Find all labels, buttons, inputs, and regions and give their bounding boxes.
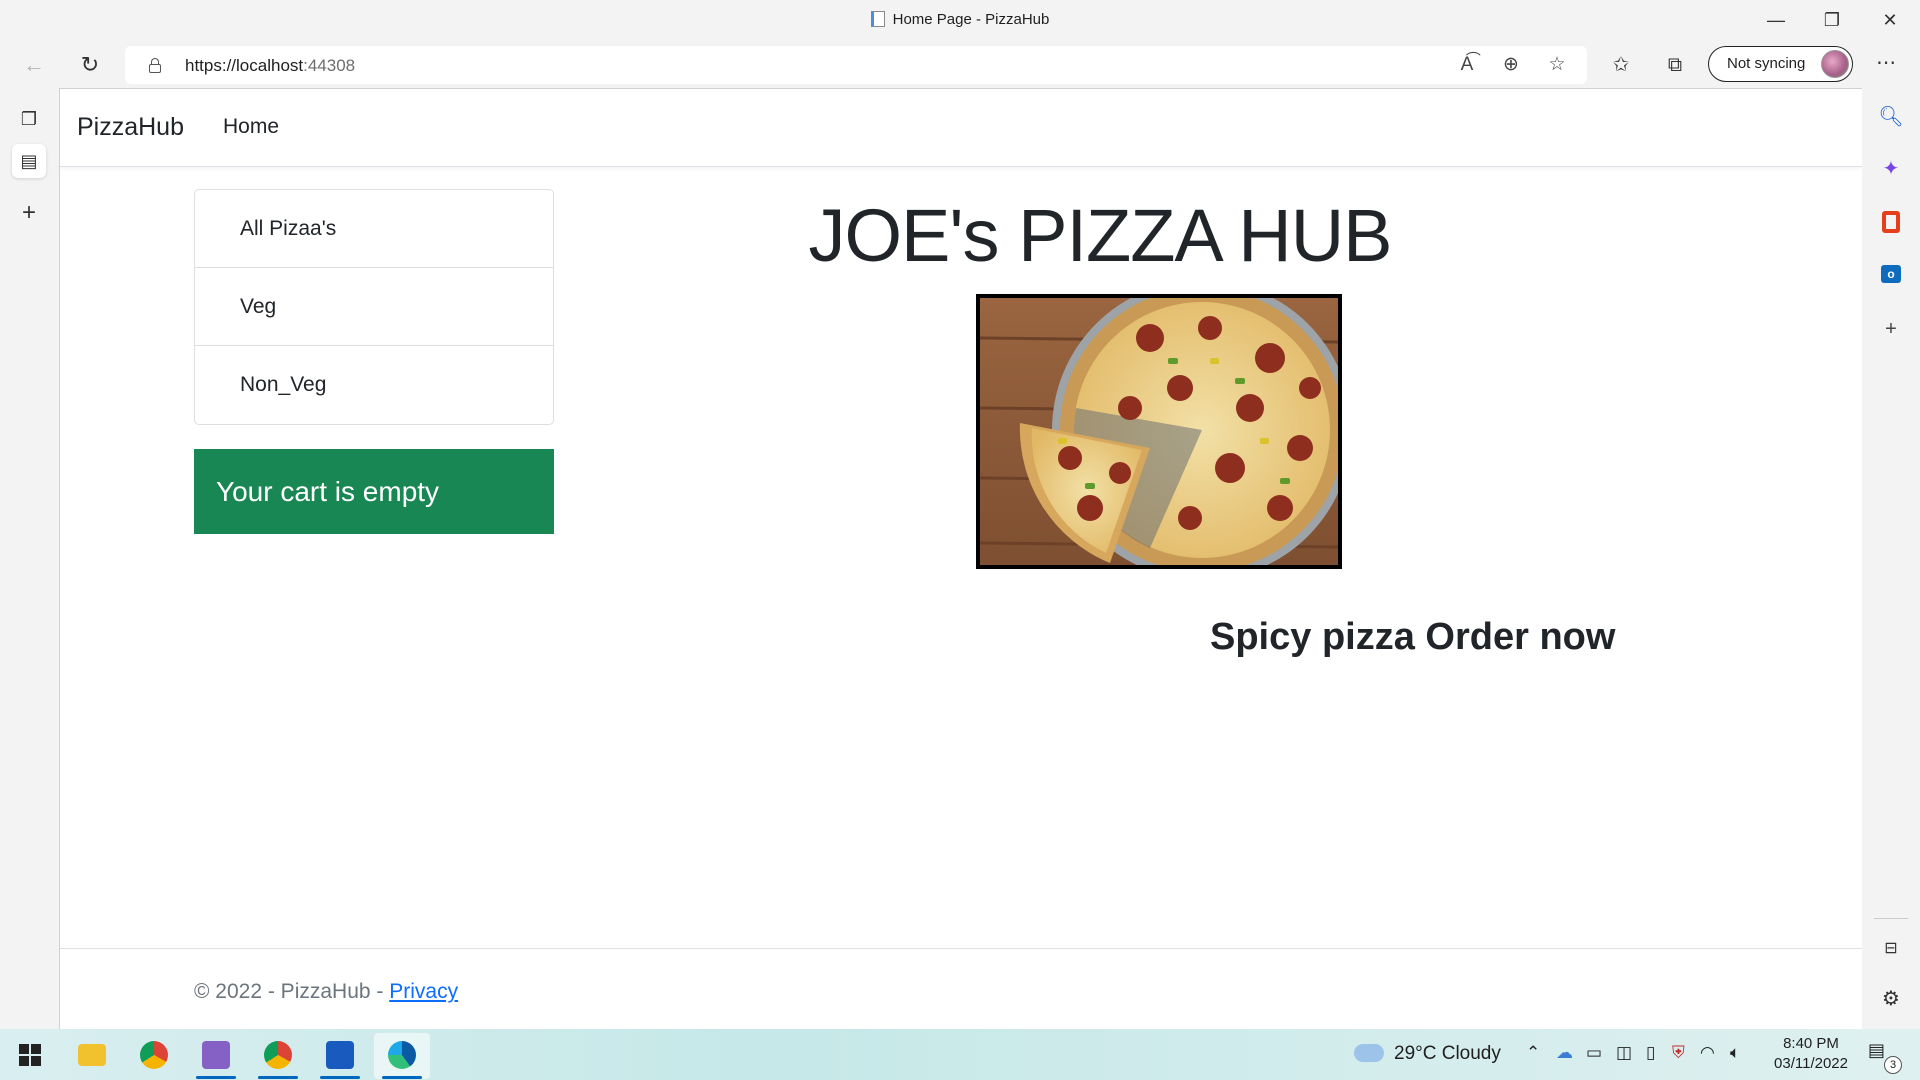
promo-text: Spicy pizza Order now bbox=[1210, 616, 1616, 658]
tab-title: Home Page - PizzaHub bbox=[0, 11, 1920, 28]
add-icon[interactable]: + bbox=[1876, 314, 1906, 344]
profile-label: Not syncing bbox=[1727, 55, 1806, 72]
refresh-icon[interactable]: ↻ bbox=[72, 50, 108, 80]
search-icon[interactable]: 🔍︎ bbox=[1876, 102, 1906, 132]
site-navbar: PizzaHub Home bbox=[60, 89, 1862, 167]
add-favorite-icon[interactable]: ☆ bbox=[1543, 53, 1571, 77]
chrome-icon bbox=[140, 1041, 168, 1069]
running-indicator bbox=[382, 1076, 422, 1079]
taskbar-edge[interactable] bbox=[374, 1033, 430, 1079]
edge-sidebar: 🔍︎ ✦ o + ⊟ ⚙ bbox=[1862, 88, 1920, 1029]
taskbar-chrome[interactable] bbox=[126, 1033, 182, 1079]
profile-button[interactable]: Not syncing bbox=[1708, 46, 1853, 82]
start-button[interactable] bbox=[2, 1033, 58, 1079]
favorites-icon[interactable]: ✩ bbox=[1603, 50, 1639, 80]
clock-date: 03/11/2022 bbox=[1774, 1055, 1848, 1072]
hero-title: JOE's PIZZA HUB bbox=[808, 194, 1393, 277]
taskbar-visual-studio[interactable] bbox=[188, 1033, 244, 1079]
settings-icon[interactable]: ⚙ bbox=[1876, 984, 1906, 1014]
browser-title-bar: Home Page - PizzaHub — ❐ ✕ bbox=[0, 0, 1920, 42]
security-icon[interactable]: ⛨ bbox=[1672, 1043, 1685, 1063]
nav-home-link[interactable]: Home bbox=[223, 115, 279, 139]
outlook-icon[interactable]: o bbox=[1876, 258, 1906, 288]
restore-button[interactable]: ❐ bbox=[1812, 6, 1852, 34]
url-text[interactable]: https://localhost:44308 bbox=[185, 56, 355, 76]
category-item-veg[interactable]: Veg bbox=[195, 268, 553, 346]
category-list: All Pizaa's Veg Non_Veg bbox=[194, 189, 554, 425]
privacy-link[interactable]: Privacy bbox=[389, 980, 458, 1003]
tab-title-text: Home Page - PizzaHub bbox=[892, 11, 1050, 28]
chevron-up-icon[interactable]: ⌃ bbox=[1526, 1043, 1540, 1063]
taskbar-chrome-profile[interactable] bbox=[250, 1033, 306, 1079]
notification-icon[interactable]: ▤ 3 bbox=[1868, 1040, 1902, 1074]
site-footer: © 2022 - PizzaHub - Privacy bbox=[60, 948, 1862, 1029]
avatar bbox=[1821, 50, 1849, 78]
address-bar[interactable]: https://localhost:44308 A͡ ⊕ ☆ bbox=[125, 46, 1587, 84]
category-item-non-veg[interactable]: Non_Veg bbox=[195, 346, 553, 424]
minimize-button[interactable]: — bbox=[1756, 6, 1796, 34]
onedrive-icon[interactable]: ☁ bbox=[1556, 1043, 1573, 1063]
windows-taskbar: 29°C Cloudy ⌃ ☁ ▭ ◫ ▯ ⛨ ◠ 🔈︎ 8:40 PM 03/… bbox=[0, 1029, 1920, 1080]
pizza-image bbox=[976, 294, 1342, 569]
cloud-icon bbox=[1354, 1044, 1384, 1062]
page-viewport: PizzaHub Home All Pizaa's Veg Non_Veg Yo… bbox=[59, 88, 1862, 1029]
close-button[interactable]: ✕ bbox=[1870, 6, 1910, 34]
sidebar-divider bbox=[1874, 918, 1908, 919]
lock-icon[interactable] bbox=[149, 58, 161, 73]
read-aloud-icon[interactable]: A͡ bbox=[1453, 53, 1481, 77]
split-screen-icon[interactable]: ⊟ bbox=[1876, 934, 1906, 964]
tab-home-page[interactable]: ▤ bbox=[12, 144, 46, 178]
visual-studio-icon bbox=[202, 1041, 230, 1069]
zoom-icon[interactable]: ⊕ bbox=[1497, 53, 1525, 77]
weather-text[interactable]: 29°C Cloudy bbox=[1394, 1043, 1501, 1065]
collections-icon[interactable]: ⧉ bbox=[1657, 50, 1693, 80]
pizza-illustration bbox=[980, 298, 1338, 565]
notification-count: 3 bbox=[1884, 1056, 1902, 1074]
edge-icon bbox=[388, 1041, 416, 1069]
volume-icon[interactable]: 🔈︎ bbox=[1730, 1043, 1740, 1063]
usb-icon[interactable]: ▯ bbox=[1646, 1043, 1655, 1063]
brand-link[interactable]: PizzaHub bbox=[77, 113, 184, 142]
page-icon bbox=[870, 11, 885, 27]
footer-text: © 2022 - PizzaHub - Privacy bbox=[194, 980, 458, 1004]
copilot-icon[interactable]: ✦ bbox=[1876, 154, 1906, 184]
word-icon bbox=[326, 1041, 354, 1069]
office-icon[interactable] bbox=[1876, 206, 1906, 236]
tab-actions-icon[interactable]: ❐ bbox=[12, 102, 46, 136]
folder-icon bbox=[78, 1044, 106, 1066]
device-icon[interactable]: ◫ bbox=[1616, 1043, 1632, 1063]
windows-logo-icon bbox=[19, 1044, 41, 1066]
taskbar-file-explorer[interactable] bbox=[64, 1033, 120, 1079]
clock[interactable]: 8:40 PM 03/11/2022 bbox=[1766, 1034, 1856, 1074]
clock-time: 8:40 PM bbox=[1783, 1035, 1839, 1052]
new-tab-icon[interactable]: + bbox=[12, 196, 46, 230]
vertical-tab-strip: ❐ ▤ + bbox=[0, 88, 59, 1029]
copyright-text: © 2022 - PizzaHub - bbox=[194, 980, 390, 1003]
cart-status: Your cart is empty bbox=[194, 449, 554, 534]
category-item-all[interactable]: All Pizaa's bbox=[195, 190, 553, 268]
more-icon[interactable]: ⋯ bbox=[1868, 50, 1904, 80]
battery-icon[interactable]: ▭ bbox=[1586, 1043, 1602, 1063]
running-indicator bbox=[196, 1076, 236, 1079]
taskbar-word[interactable] bbox=[312, 1033, 368, 1079]
running-indicator bbox=[258, 1076, 298, 1079]
wifi-icon[interactable]: ◠ bbox=[1700, 1043, 1715, 1063]
chrome-profile-icon bbox=[264, 1041, 292, 1069]
running-indicator bbox=[320, 1076, 360, 1079]
back-icon[interactable]: ← bbox=[16, 50, 52, 80]
